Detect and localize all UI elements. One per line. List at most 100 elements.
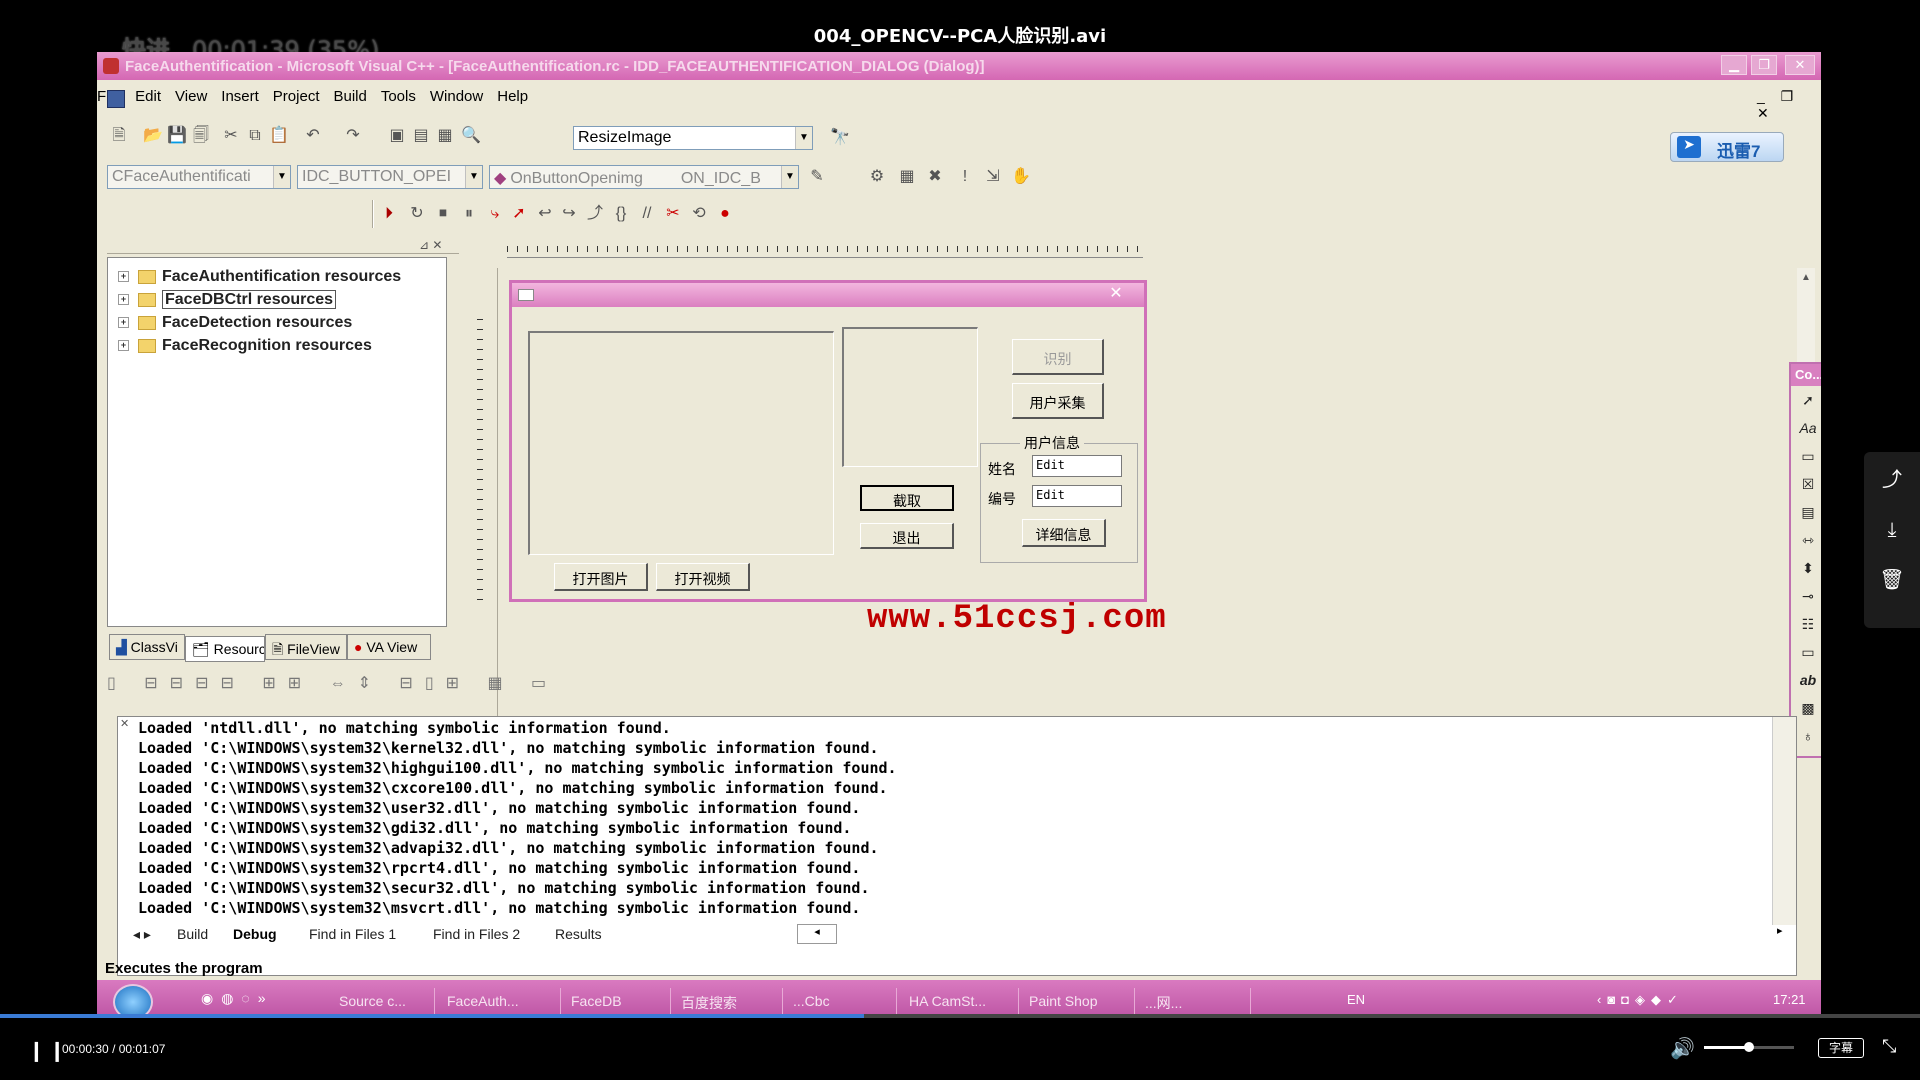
menu-build[interactable]: Build xyxy=(333,88,366,105)
show-next-icon[interactable]: ➚ xyxy=(509,204,529,224)
tab-find-in-files-1[interactable]: Find in Files 1 xyxy=(309,926,396,948)
expand-icon[interactable]: + xyxy=(118,294,129,306)
layout-toolbar[interactable]: ▯ ⊟⊟⊟⊟ ⊞⊞ ⇔⇕ ⊟▯⊞ ▦ ▭ xyxy=(107,670,667,700)
step-over-icon[interactable]: ↪ xyxy=(559,204,579,224)
tray-icons[interactable]: ‹◙◘◈◆✓ xyxy=(1597,992,1684,1008)
rich-edit-icon[interactable]: ab xyxy=(1797,670,1819,690)
go-icon[interactable]: ⇲ xyxy=(983,167,1003,187)
id-combo[interactable]: IDC_BUTTON_OPEI ▼ xyxy=(297,165,483,189)
tab-find-in-files-2[interactable]: Find in Files 2 xyxy=(433,926,520,948)
step-into-icon[interactable]: ↩ xyxy=(535,204,555,224)
run-to-cursor-icon[interactable]: {} xyxy=(611,204,631,224)
menu-help[interactable]: Help xyxy=(497,88,528,105)
detail-button[interactable]: 详细信息 xyxy=(1022,519,1106,547)
paste-icon[interactable]: 📋 xyxy=(269,126,289,146)
menu-view[interactable]: View xyxy=(175,88,207,105)
close-icon[interactable]: ✕ xyxy=(1785,55,1815,75)
identify-button[interactable]: 识别 xyxy=(1012,339,1104,375)
palette-titlebar[interactable]: Co...✕ xyxy=(1791,364,1821,386)
restart-icon[interactable]: ↻ xyxy=(407,204,427,224)
taskbar-item[interactable]: HA CamSt... xyxy=(903,988,1019,1016)
taskbar-item[interactable]: ...网... xyxy=(1139,988,1251,1016)
variables-icon[interactable]: ● xyxy=(715,204,735,224)
tab-build[interactable]: Build xyxy=(177,926,208,948)
taskbar-item[interactable]: FaceAuth... xyxy=(441,988,561,1016)
cut-icon[interactable]: ✂ xyxy=(221,126,241,146)
output-icon[interactable]: ▤ xyxy=(411,126,431,146)
id-field[interactable]: Edit xyxy=(1032,485,1122,507)
step-out-icon[interactable]: ⤴ xyxy=(585,204,605,224)
minimize-icon[interactable]: ▁ xyxy=(1721,55,1747,75)
chevron-down-icon[interactable]: ▼ xyxy=(465,166,482,188)
debug-go-icon[interactable]: ⏵ xyxy=(379,204,399,224)
menu-insert[interactable]: Insert xyxy=(221,88,259,105)
month-calendar-icon[interactable]: ▩ xyxy=(1797,698,1819,718)
tree-item-facerecognition[interactable]: + FaceRecognition resources xyxy=(118,337,372,355)
chevron-down-icon[interactable]: ▼ xyxy=(781,166,798,188)
mdi-controls[interactable]: _ ❐ ✕ xyxy=(1757,88,1821,122)
windows-icon[interactable]: ▦ xyxy=(435,126,455,146)
break-icon[interactable]: ⏸ xyxy=(459,204,479,224)
class-combo[interactable]: CFaceAuthentificati ▼ xyxy=(107,165,291,189)
maximize-icon[interactable]: ❐ xyxy=(1751,55,1777,75)
hscroll-right-icon[interactable]: ▸ xyxy=(1777,924,1783,937)
workspace-icon[interactable]: ▣ xyxy=(387,126,407,146)
save-icon[interactable]: 💾 xyxy=(167,126,187,146)
quick-launch-icons[interactable]: ◉◍◌» xyxy=(201,990,274,1007)
taskbar-item[interactable]: 百度搜索 xyxy=(675,988,783,1016)
menu-edit[interactable]: Edit xyxy=(135,88,161,105)
slider-icon[interactable]: ⊸ xyxy=(1797,586,1819,606)
open-video-button[interactable]: 打开视频 xyxy=(656,563,750,591)
taskbar-item[interactable]: Source c... xyxy=(333,988,435,1016)
taskbar-item[interactable]: FaceDB xyxy=(565,988,671,1016)
delete-icon[interactable]: 🗑 xyxy=(1872,560,1912,600)
name-field[interactable]: Edit xyxy=(1032,455,1122,477)
expand-icon[interactable]: + xyxy=(118,317,129,329)
menu-window[interactable]: Window xyxy=(430,88,483,105)
new-file-icon[interactable]: 🗎 xyxy=(109,126,129,146)
stop-build-icon[interactable]: ✖ xyxy=(925,167,945,187)
open-image-button[interactable]: 打开图片 xyxy=(554,563,648,591)
watch-icon[interactable]: ⟲ xyxy=(689,204,709,224)
output-scrollbar[interactable] xyxy=(1772,717,1796,925)
tab-fileview[interactable]: 🗎 FileView xyxy=(265,634,347,660)
open-icon[interactable]: 📂 xyxy=(143,126,163,146)
combo-box-icon[interactable]: ▤ xyxy=(1797,502,1819,522)
language-indicator[interactable]: EN xyxy=(1347,992,1365,1007)
tree-item-faceauth[interactable]: + FaceAuthentification resources xyxy=(118,268,401,286)
tab-classview[interactable]: ▟ ClassVi xyxy=(109,634,185,660)
close-icon[interactable]: ✕ xyxy=(1106,283,1126,303)
quickwatch-icon[interactable]: ✂ xyxy=(663,204,683,224)
tree-item-facedetection[interactable]: + FaceDetection resources xyxy=(118,314,352,332)
tab-resourceview[interactable]: 🗂 Resourc xyxy=(185,636,265,662)
dialog-titlebar[interactable] xyxy=(512,283,1144,307)
spin-icon[interactable]: ⬍ xyxy=(1797,558,1819,578)
checkbox-icon[interactable]: ☒ xyxy=(1797,474,1819,494)
subtitle-button[interactable]: 字幕 xyxy=(1818,1038,1864,1058)
scroll-up-icon[interactable]: ▲ xyxy=(1801,272,1811,283)
wizard-icon[interactable]: ✎ xyxy=(807,167,827,187)
chevron-down-icon[interactable]: ▼ xyxy=(795,127,812,149)
compile-icon[interactable]: ⚙ xyxy=(867,167,887,187)
output-scroll-arrows[interactable]: ◂ ▸ xyxy=(133,926,151,948)
output-close-icon[interactable]: ✕ xyxy=(120,717,129,730)
build-icon[interactable]: ▦ xyxy=(897,167,917,187)
expand-icon[interactable]: + xyxy=(118,271,129,283)
share-icon[interactable]: ⤴ xyxy=(1872,460,1912,500)
window-titlebar[interactable]: FaceAuthentification - Microsoft Visual … xyxy=(97,52,1821,80)
function-combo[interactable]: ◆ OnButtonOpenimg ON_IDC_B ▼ xyxy=(489,165,799,189)
exit-button[interactable]: 退出 xyxy=(860,523,954,549)
static-text-icon[interactable]: Aa xyxy=(1797,418,1819,438)
volume-icon[interactable]: 🔊 xyxy=(1670,1036,1695,1061)
stop-debug-icon[interactable]: ⏹ xyxy=(433,204,453,224)
exit-fullscreen-icon[interactable]: ⤡ xyxy=(1882,1036,1896,1057)
tab-results[interactable]: Results xyxy=(555,926,602,948)
volume-knob[interactable] xyxy=(1744,1042,1754,1052)
taskbar-item[interactable]: Paint Shop xyxy=(1023,988,1135,1016)
menu-project[interactable]: Project xyxy=(273,88,320,105)
execute-icon[interactable]: ! xyxy=(955,167,975,187)
workspace-pin-icon[interactable]: ⊿ ✕ xyxy=(419,238,442,252)
find-combo[interactable]: ResizeImage ▼ xyxy=(573,126,813,150)
list-control-icon[interactable]: ☷ xyxy=(1797,614,1819,634)
pointer-icon[interactable]: ➚ xyxy=(1797,390,1819,410)
